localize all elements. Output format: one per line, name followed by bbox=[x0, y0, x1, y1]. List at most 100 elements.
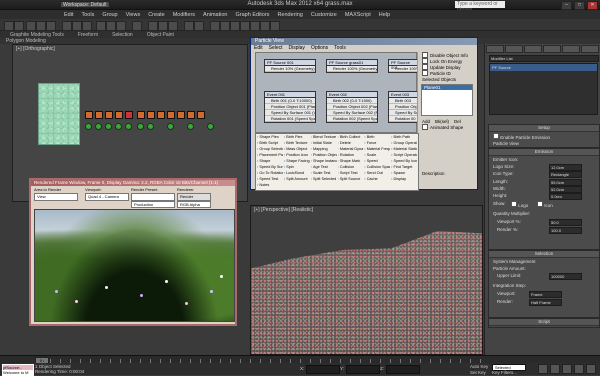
depot-item[interactable]: Material Static bbox=[391, 147, 417, 153]
search-input[interactable]: Type a keyword or phrase bbox=[455, 1, 505, 13]
utilities-tab-icon[interactable] bbox=[581, 45, 599, 53]
next-frame-icon[interactable] bbox=[550, 364, 560, 374]
depot-item[interactable]: Birth bbox=[364, 135, 390, 141]
depot-item[interactable]: Group Selection bbox=[257, 147, 282, 153]
viewport-dropdown[interactable]: Quad 4 - Camera bbox=[85, 193, 129, 201]
maximize-button[interactable]: □ bbox=[574, 1, 585, 10]
pv-menu-tools[interactable]: Tools bbox=[334, 45, 346, 51]
material-editor-icon[interactable] bbox=[240, 21, 250, 31]
maxscript-listener[interactable]: pfSource:.. Welcome to M bbox=[2, 364, 34, 376]
depot-item[interactable]: Birth Plex bbox=[284, 135, 310, 141]
pf-source-event[interactable]: PF Source 001 Render 10% (Geometry) bbox=[264, 59, 316, 73]
unlink-icon[interactable] bbox=[36, 21, 46, 31]
depot-item[interactable]: Shape Instance bbox=[311, 159, 336, 165]
depot-item[interactable]: Shape Plex bbox=[257, 135, 283, 141]
depot-item[interactable]: Send Out bbox=[364, 171, 390, 177]
depot-item[interactable]: Material Dynamic bbox=[338, 147, 363, 153]
depot-item[interactable]: Script Test bbox=[338, 171, 364, 177]
pf-source-event[interactable]: PF Source grass01 Render 100% (Geometry) bbox=[326, 59, 378, 73]
width-field[interactable]: 52.0cm bbox=[549, 186, 582, 193]
depot-item[interactable]: Position Object bbox=[311, 153, 336, 159]
layer-manager-icon[interactable] bbox=[210, 21, 220, 31]
menu-tools[interactable]: Tools bbox=[81, 12, 94, 18]
event-box[interactable]: Event 003 Birth 003 Position Obj Speed B… bbox=[388, 91, 418, 123]
depot-item[interactable]: Display bbox=[391, 177, 417, 183]
event-box[interactable]: Event 002 Birth 002 (0-0 T:1500) Positio… bbox=[326, 91, 378, 123]
viewport-label[interactable]: [+] [Perspective] [Realistic] bbox=[254, 207, 313, 213]
ribbon-tab-graphite[interactable]: Graphite Modeling Tools bbox=[10, 32, 64, 38]
ribbon-tab-freeform[interactable]: Freeform bbox=[78, 32, 98, 38]
pivot-icon[interactable] bbox=[132, 21, 142, 31]
depot-item[interactable]: Find Target bbox=[391, 165, 417, 171]
particle-view-button[interactable]: Particle View bbox=[489, 141, 599, 146]
menu-maxscript[interactable]: MAXScript bbox=[345, 12, 371, 18]
key-filters-button[interactable]: Key Filters... bbox=[492, 370, 517, 375]
menu-help[interactable]: Help bbox=[379, 12, 390, 18]
ribbon-tab-object-paint[interactable]: Object Paint bbox=[147, 32, 174, 38]
modifier-list-dropdown[interactable]: Modifier List bbox=[489, 55, 599, 62]
rendered-frame-window-icon[interactable] bbox=[260, 21, 270, 31]
depot-item[interactable]: Shape Mark bbox=[338, 159, 364, 165]
selected-item[interactable]: Plane01 bbox=[422, 85, 472, 90]
menu-views[interactable]: Views bbox=[126, 12, 141, 18]
by-list-button[interactable]: Bk(sel) bbox=[435, 119, 449, 124]
menu-group[interactable]: Group bbox=[102, 12, 117, 18]
depot-item[interactable]: Birth Collect bbox=[338, 135, 364, 141]
icon-type-dropdown[interactable]: Rectangle bbox=[549, 171, 582, 178]
minimize-button[interactable]: – bbox=[561, 1, 572, 10]
selection-region-icon[interactable] bbox=[82, 21, 92, 31]
pv-menu-display[interactable]: Display bbox=[289, 45, 305, 51]
pan-icon[interactable] bbox=[586, 364, 596, 374]
motion-tab-icon[interactable] bbox=[543, 45, 561, 53]
depot-item[interactable]: Shape Facing bbox=[284, 159, 310, 165]
remove-button[interactable]: Del bbox=[454, 119, 461, 124]
depot-item[interactable]: Speed By Icon bbox=[391, 159, 417, 165]
depot-item[interactable]: Scale Test bbox=[311, 171, 337, 177]
menu-create[interactable]: Create bbox=[148, 12, 165, 18]
angle-snap-icon[interactable] bbox=[158, 21, 168, 31]
depot-item[interactable]: Split Source bbox=[338, 177, 364, 183]
schematic-view-icon[interactable] bbox=[230, 21, 240, 31]
scale-icon[interactable] bbox=[116, 21, 126, 31]
pv-menu-edit[interactable]: Edit bbox=[254, 45, 263, 51]
menu-rendering[interactable]: Rendering bbox=[277, 12, 302, 18]
depot-item[interactable]: Collision Spawn bbox=[364, 165, 390, 171]
pf-source-event[interactable]: PF Source 001 Render 100% bbox=[388, 59, 418, 73]
ribbon-tab-selection[interactable]: Selection bbox=[112, 32, 133, 38]
menu-animation[interactable]: Animation bbox=[203, 12, 227, 18]
depot-item[interactable]: Collision bbox=[338, 165, 364, 171]
height-field[interactable]: 0.0cm bbox=[549, 193, 582, 200]
depot-item[interactable]: Shape bbox=[257, 159, 283, 165]
depot-item[interactable]: Material Frequency bbox=[364, 147, 390, 153]
event-box[interactable]: Event 001 Birth 001 (0-0 T:10000) Positi… bbox=[264, 91, 316, 123]
orbit-icon[interactable] bbox=[574, 364, 584, 374]
select-by-name-icon[interactable] bbox=[72, 21, 82, 31]
selected-objects-list[interactable]: Plane01 bbox=[421, 84, 473, 116]
depot-item[interactable]: Speed bbox=[364, 159, 390, 165]
depot-item[interactable]: Go To Rotation bbox=[257, 171, 282, 177]
show-logo-checkbox[interactable]: Logo bbox=[511, 201, 528, 208]
depot-item[interactable]: Notes bbox=[257, 183, 283, 189]
hierarchy-tab-icon[interactable] bbox=[524, 45, 542, 53]
render-preset-dropdown[interactable] bbox=[131, 193, 175, 201]
length-field[interactable]: 55.0cm bbox=[549, 179, 582, 186]
production-dropdown[interactable]: Production bbox=[131, 201, 175, 208]
particle-view-window[interactable]: Particle View Edit Select Display Option… bbox=[250, 37, 478, 191]
depot-item[interactable]: Cache bbox=[364, 177, 390, 183]
depot-item[interactable]: Force bbox=[364, 141, 390, 147]
depot-item[interactable]: Birth Texture bbox=[284, 141, 310, 147]
upper-limit-field[interactable]: 100000 bbox=[549, 273, 582, 280]
move-icon[interactable] bbox=[96, 21, 106, 31]
depot-item[interactable]: Script Operator bbox=[391, 153, 417, 159]
modify-tab-icon[interactable] bbox=[505, 45, 523, 53]
depot-item[interactable]: Spawn bbox=[391, 171, 417, 177]
y-coordinate-field[interactable] bbox=[346, 365, 380, 374]
depot-item[interactable]: Placement Paint bbox=[257, 153, 282, 159]
modifier-stack[interactable]: PF Source bbox=[489, 63, 598, 115]
menu-modifiers[interactable]: Modifiers bbox=[173, 12, 195, 18]
depot-item[interactable]: Birth Script bbox=[257, 141, 283, 147]
zoom-extents-icon[interactable] bbox=[562, 364, 572, 374]
depot-item[interactable]: Position Icon bbox=[284, 153, 310, 159]
rendered-frame-window[interactable]: Rendered Frame Window, Frame 0, Display … bbox=[29, 178, 237, 326]
bind-space-warp-icon[interactable] bbox=[46, 21, 56, 31]
